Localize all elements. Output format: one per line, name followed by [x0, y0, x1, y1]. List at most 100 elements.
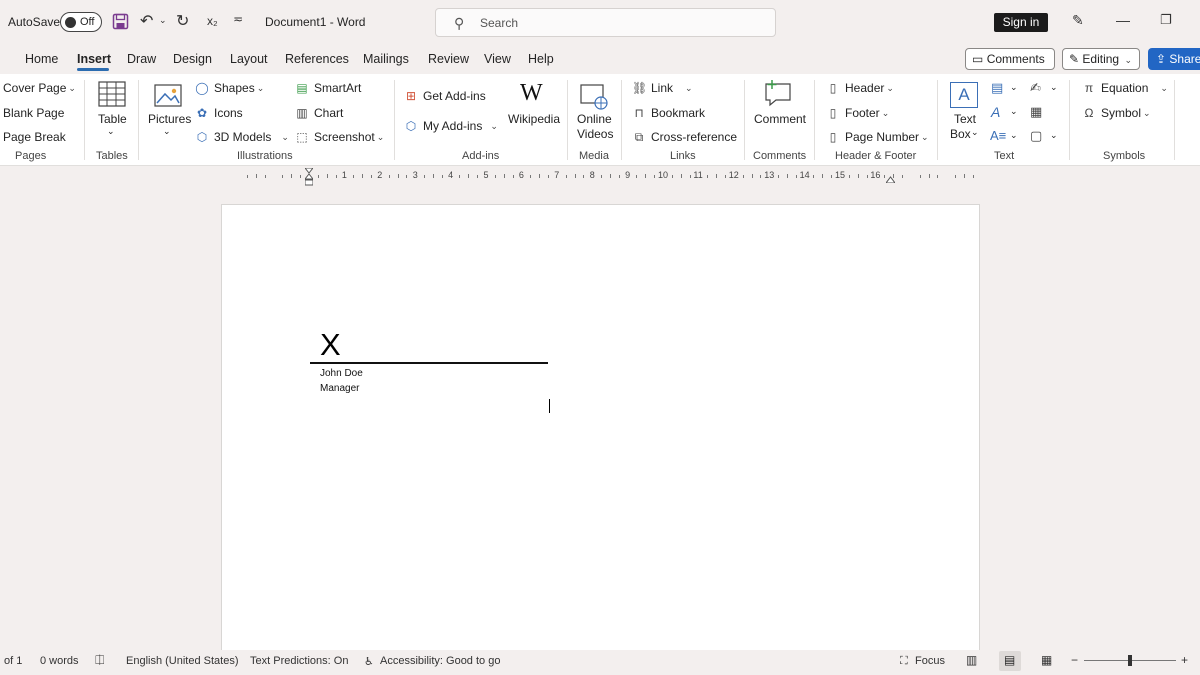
tab-help[interactable]: Help	[528, 52, 554, 66]
quick-parts-icon[interactable]: ▤	[991, 80, 1003, 96]
page-break-button[interactable]: Page Break	[3, 130, 66, 144]
header-button[interactable]: ▯ Header ⌄	[826, 81, 894, 95]
tab-home[interactable]: Home	[25, 52, 58, 66]
text-box-label-2[interactable]: Box	[950, 127, 971, 141]
comment-label[interactable]: Comment	[754, 112, 806, 126]
3d-models-button[interactable]: ⬡ 3D Models ⌄	[195, 130, 289, 144]
online-videos-label-2[interactable]: Videos	[577, 127, 613, 141]
editing-button[interactable]: ✎ Editing ⌄	[1062, 48, 1140, 70]
icons-button[interactable]: ✿ Icons	[195, 106, 243, 120]
customize-toolbar-icon[interactable]: ≂	[233, 12, 243, 26]
table-label[interactable]: Table	[98, 112, 127, 126]
minimize-icon[interactable]: —	[1116, 12, 1130, 28]
tab-references[interactable]: References	[285, 52, 349, 66]
page-count[interactable]: of 1	[4, 655, 22, 667]
search-placeholder: Search	[480, 16, 519, 30]
group-label-pages: Pages	[15, 150, 47, 162]
restore-icon[interactable]: ❐	[1160, 12, 1172, 28]
comment-icon[interactable]	[764, 80, 792, 108]
text-predictions-status[interactable]: Text Predictions: On	[250, 655, 348, 667]
footer-button[interactable]: ▯ Footer ⌄	[826, 106, 890, 120]
add-ins-icon: ⬡	[405, 119, 417, 133]
pen-icon[interactable]: ✎	[1072, 12, 1084, 29]
title-bar: AutoSave Off ↶ ⌄ ↻ x₂ ≂ Document1 - Word…	[0, 0, 1200, 44]
pictures-label[interactable]: Pictures	[148, 112, 191, 126]
wikipedia-label[interactable]: Wikipedia	[508, 112, 560, 126]
autosave-toggle[interactable]: Off	[60, 12, 102, 32]
chart-button[interactable]: ▥ Chart	[295, 106, 343, 120]
chevron-down-icon[interactable]: ⌄	[107, 126, 115, 137]
horizontal-ruler[interactable]: 1 2 3 4 5 6 7 8 9 10 11 12 13 14 15 16	[219, 169, 981, 183]
zoom-out-icon[interactable]: −	[1071, 653, 1078, 667]
table-icon[interactable]	[98, 80, 126, 108]
text-box-label-1[interactable]: Text	[954, 112, 976, 126]
focus-icon[interactable]: ⛶	[900, 655, 908, 668]
page-number-button[interactable]: ▯ Page Number ⌄	[826, 130, 929, 144]
print-layout-button[interactable]: ▤	[999, 651, 1021, 671]
drop-cap-icon[interactable]: A≡	[990, 128, 1006, 143]
save-icon[interactable]	[112, 13, 129, 30]
chevron-down-icon[interactable]: ⌄	[1010, 130, 1018, 141]
text-box-icon[interactable]: A	[950, 82, 978, 108]
smartart-button[interactable]: ▤ SmartArt	[295, 81, 361, 95]
wikipedia-icon[interactable]: W	[520, 80, 543, 107]
ruler-tick	[397, 174, 399, 178]
chevron-down-icon[interactable]: ⌄	[1010, 82, 1018, 93]
shapes-button[interactable]: ◯ Shapes ⌄	[195, 81, 264, 95]
subscript-icon[interactable]: x₂	[207, 14, 218, 28]
get-add-ins-button[interactable]: ⊞ Get Add-ins	[404, 89, 486, 103]
chevron-down-icon[interactable]: ⌄	[163, 126, 171, 137]
pictures-icon[interactable]	[154, 82, 182, 110]
redo-icon[interactable]: ↻	[176, 11, 189, 31]
undo-dropdown-icon[interactable]: ⌄	[159, 15, 167, 26]
group-label-header-footer: Header & Footer	[835, 150, 917, 162]
tab-draw[interactable]: Draw	[127, 52, 156, 66]
accessibility-status[interactable]: Accessibility: Good to go	[380, 655, 500, 667]
tab-layout[interactable]: Layout	[230, 52, 268, 66]
equation-button[interactable]: π Equation ⌄	[1082, 81, 1168, 95]
accessibility-icon[interactable]: ♿	[364, 655, 374, 668]
undo-icon[interactable]: ↶	[140, 11, 153, 31]
focus-label[interactable]: Focus	[915, 655, 945, 667]
wordart-icon[interactable]: A	[991, 104, 1000, 120]
signature-line[interactable]	[310, 362, 548, 364]
link-button[interactable]: ⛓ Link ⌄	[632, 81, 693, 95]
tab-view[interactable]: View	[484, 52, 511, 66]
bookmark-button[interactable]: ⊓ Bookmark	[632, 106, 705, 120]
zoom-slider-thumb[interactable]	[1128, 655, 1132, 666]
proofing-icon[interactable]: ⎅	[95, 653, 105, 668]
text-cursor	[549, 399, 550, 413]
tab-mailings[interactable]: Mailings	[363, 52, 409, 66]
read-mode-icon[interactable]: ▥	[966, 653, 977, 667]
blank-page-button[interactable]: Blank Page	[3, 106, 64, 120]
tab-design[interactable]: Design	[173, 52, 212, 66]
language-status[interactable]: English (United States)	[126, 655, 239, 667]
search-box[interactable]: ⚲ Search	[435, 8, 776, 37]
share-button[interactable]: ⇪ Share	[1148, 48, 1200, 70]
my-add-ins-button[interactable]: ⬡ My Add-ins ⌄	[404, 119, 498, 133]
cover-page-button[interactable]: Cover Page ⌄	[3, 81, 76, 95]
chevron-down-icon[interactable]: ⌄	[1010, 106, 1018, 117]
online-videos-label-1[interactable]: Online	[577, 112, 612, 126]
document-page[interactable]: X John Doe Manager	[221, 204, 980, 675]
tab-review[interactable]: Review	[428, 52, 469, 66]
chevron-down-icon[interactable]: ⌄	[1050, 130, 1058, 141]
ruler-tick	[671, 175, 673, 178]
signature-line-icon[interactable]: ✍	[1030, 80, 1041, 96]
indent-marker[interactable]	[303, 167, 315, 186]
comments-button[interactable]: ▭ Comments	[965, 48, 1055, 70]
chevron-down-icon[interactable]: ⌄	[971, 127, 979, 138]
screenshot-button[interactable]: ⬚ Screenshot ⌄	[295, 130, 384, 144]
symbol-button[interactable]: Ω Symbol ⌄	[1082, 106, 1151, 120]
online-videos-icon[interactable]	[580, 82, 608, 110]
web-layout-icon[interactable]: ▦	[1041, 653, 1052, 667]
date-time-icon[interactable]: ▦	[1030, 104, 1042, 120]
object-icon[interactable]: ▢	[1030, 128, 1042, 144]
chevron-down-icon[interactable]: ⌄	[1050, 82, 1058, 93]
cross-reference-button[interactable]: ⧉ Cross-reference	[632, 130, 737, 144]
tab-insert[interactable]: Insert	[77, 52, 111, 66]
right-indent-marker[interactable]	[885, 172, 896, 184]
zoom-in-icon[interactable]: +	[1181, 653, 1188, 667]
sign-in-button[interactable]: Sign in	[994, 13, 1048, 32]
word-count[interactable]: 0 words	[40, 655, 79, 667]
